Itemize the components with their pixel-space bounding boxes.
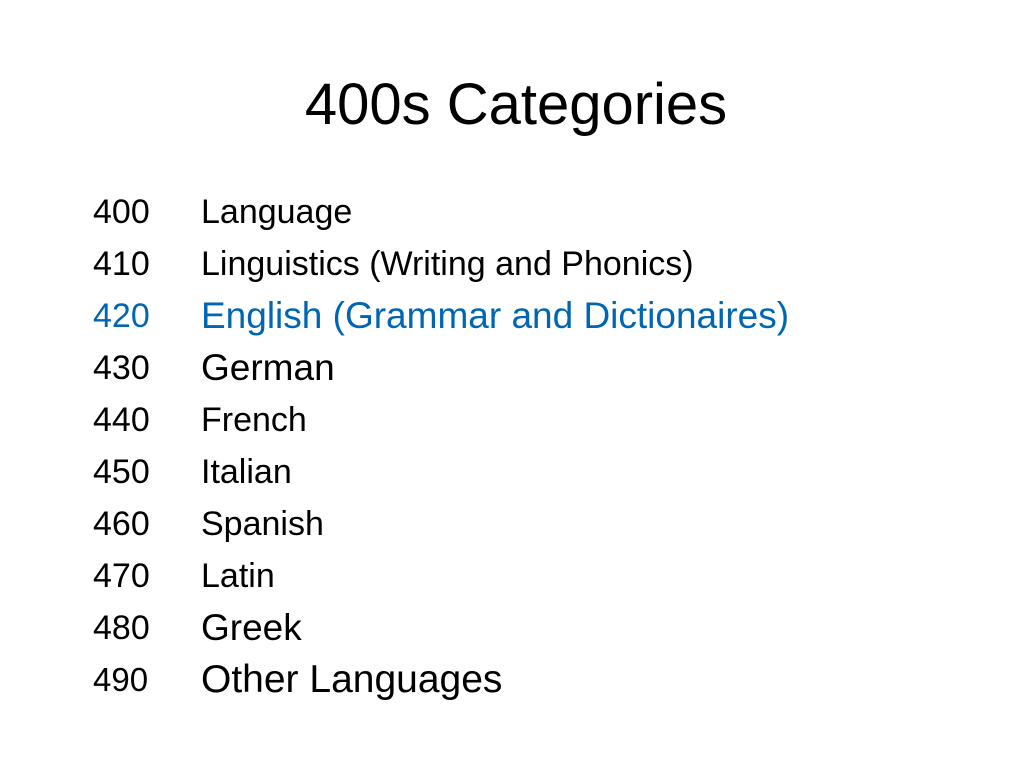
slide: 400s Categories 400 Language 410 Linguis… bbox=[0, 0, 1024, 768]
category-code: 420 bbox=[93, 297, 150, 335]
category-name: German bbox=[201, 347, 335, 388]
category-code: 490 bbox=[93, 661, 149, 698]
category-name: Latin bbox=[201, 557, 275, 595]
category-name: Linguistics (Writing and Phonics) bbox=[201, 245, 694, 283]
category-code: 460 bbox=[93, 505, 150, 543]
category-code: 400 bbox=[93, 193, 150, 231]
category-code: 470 bbox=[93, 557, 150, 595]
category-code: 450 bbox=[93, 453, 150, 491]
category-name: Language bbox=[201, 193, 353, 231]
category-code: 480 bbox=[93, 609, 150, 647]
category-name: Greek bbox=[201, 607, 302, 648]
category-name: French bbox=[201, 401, 307, 439]
category-code: 430 bbox=[93, 349, 150, 387]
slide-title: 400s Categories bbox=[304, 72, 728, 137]
category-name: Other Languages bbox=[201, 658, 503, 701]
category-name: Spanish bbox=[201, 505, 324, 543]
category-code: 410 bbox=[93, 245, 150, 283]
category-code: 440 bbox=[93, 401, 150, 439]
category-name: Italian bbox=[201, 453, 292, 491]
category-name: English (Grammar and Dictionaires) bbox=[201, 295, 790, 336]
